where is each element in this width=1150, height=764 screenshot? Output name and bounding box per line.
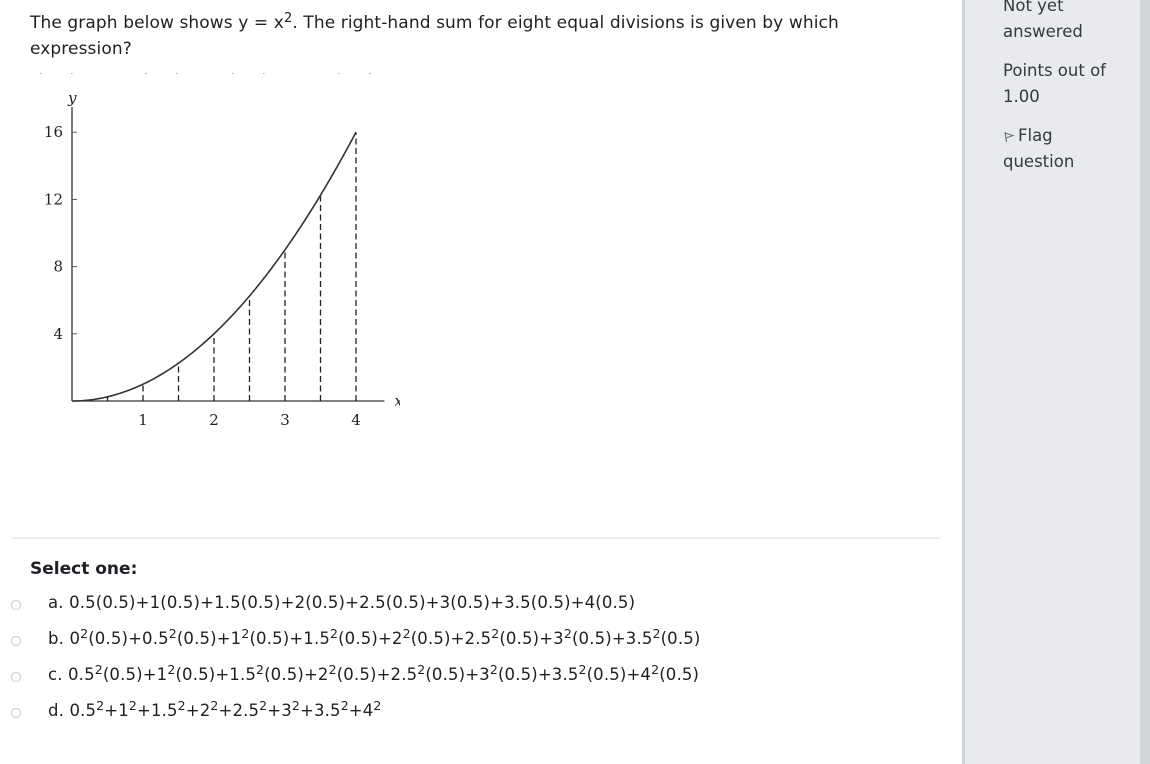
expression-term: (0.5)+2 xyxy=(264,665,329,684)
answer-option-a[interactable]: a. 0.5(0.5)+1(0.5)+1.5(0.5)+2(0.5)+2.5(0… xyxy=(0,589,940,625)
page-scrollbar[interactable] xyxy=(1140,0,1150,764)
parabola-chart: 481216 1234 x y xyxy=(40,73,403,429)
exponent: 2 xyxy=(177,698,186,713)
expression-term: 0 xyxy=(69,629,81,648)
exponent: 2 xyxy=(652,626,661,641)
expression-term: 0.5(0.5)+1(0.5)+1.5(0.5)+2(0.5)+2.5(0.5)… xyxy=(69,593,636,612)
artifact-dot xyxy=(176,73,178,74)
question-text-part: The graph below shows y = x xyxy=(30,13,284,33)
expression-term: +1.5 xyxy=(136,701,178,720)
y-tick-label: 16 xyxy=(44,123,63,141)
answer-expression: 0.5(0.5)+1(0.5)+1.5(0.5)+2(0.5)+2.5(0.5)… xyxy=(69,593,635,612)
answer-letter: a. xyxy=(48,593,64,612)
answer-label-d[interactable]: d. 0.52+12+1.52+22+2.52+32+3.52+42 xyxy=(48,698,382,720)
answer-letter: d. xyxy=(48,701,65,720)
artifact-dot xyxy=(145,73,147,74)
expression-term: (0.5) xyxy=(659,665,700,684)
x-tick-label: 2 xyxy=(209,411,219,429)
graph-image: 481216 1234 x y xyxy=(20,65,403,439)
artifact-dot xyxy=(232,73,234,74)
expression-term: (0.5) xyxy=(660,629,701,648)
expression-term: 0.5 xyxy=(68,665,95,684)
question-grade: Points out of 1.00 xyxy=(1003,61,1106,106)
y-axis-label: y xyxy=(67,89,77,107)
exponent: 2 xyxy=(329,626,339,641)
expression-term: +2 xyxy=(185,701,211,720)
x-axis-label: x xyxy=(394,392,400,410)
exponent: 2 xyxy=(563,626,572,641)
answer-label-b[interactable]: b. 02(0.5)+0.52(0.5)+12(0.5)+1.52(0.5)+2… xyxy=(48,626,701,648)
answer-letter: b. xyxy=(48,629,65,648)
answer-options: a. 0.5(0.5)+1(0.5)+1.5(0.5)+2(0.5)+2.5(0… xyxy=(0,589,940,733)
y-tick-label: 4 xyxy=(53,325,63,343)
answer-expression: 0.52(0.5)+12(0.5)+1.52(0.5)+22(0.5)+2.52… xyxy=(68,662,700,684)
answer-option-c[interactable]: c. 0.52(0.5)+12(0.5)+1.52(0.5)+22(0.5)+2… xyxy=(0,661,940,697)
expression-term: (0.5)+3 xyxy=(425,665,490,684)
exponent: 2 xyxy=(168,626,177,641)
artifact-dot xyxy=(338,73,340,74)
answer-option-b[interactable]: b. 02(0.5)+0.52(0.5)+12(0.5)+1.52(0.5)+2… xyxy=(0,625,940,661)
y-tick-label: 12 xyxy=(44,190,63,208)
y-tick-label: 8 xyxy=(53,258,63,276)
x-tick-label: 1 xyxy=(138,411,148,429)
exponent: 2 xyxy=(291,698,301,713)
expression-term: (0.5)+2.5 xyxy=(410,629,492,648)
x-tick-label: 4 xyxy=(351,411,361,429)
answer-letter: c. xyxy=(48,665,63,684)
question-state: Not yet answered xyxy=(1003,0,1083,41)
expression-term: +4 xyxy=(348,701,374,720)
flag-question-link[interactable]: Flag question xyxy=(1003,123,1123,175)
expression-term: (0.5)+1 xyxy=(176,629,242,648)
expression-term: (0.5)+1.5 xyxy=(249,629,330,648)
answer-option-d[interactable]: d. 0.52+12+1.52+22+2.52+32+3.52+42 xyxy=(0,697,940,733)
question-info-panel: Not yet answered Points out of 1.00 Flag… xyxy=(962,0,1140,764)
answer-expression: 0.52+12+1.52+22+2.52+32+3.52+42 xyxy=(69,698,382,720)
expression-term: +2.5 xyxy=(218,701,260,720)
flag-icon xyxy=(1004,131,1015,143)
expression-term: (0.5)+4 xyxy=(586,665,652,684)
answer-label-a[interactable]: a. 0.5(0.5)+1(0.5)+1.5(0.5)+2(0.5)+2.5(0… xyxy=(48,593,635,612)
expression-term: (0.5)+3 xyxy=(499,629,564,648)
section-divider xyxy=(12,537,940,539)
expression-term: (0.5)+1 xyxy=(102,665,168,684)
exponent: 2 xyxy=(578,662,587,677)
exponent: 2 xyxy=(210,698,219,713)
radio-button-c[interactable] xyxy=(11,672,21,682)
expression-term: (0.5)+0.5 xyxy=(88,629,169,648)
answer-expression: 02(0.5)+0.52(0.5)+12(0.5)+1.52(0.5)+22(0… xyxy=(69,626,701,648)
radio-button-d[interactable] xyxy=(11,708,21,718)
exponent: 2 xyxy=(489,662,498,677)
radio-button-b[interactable] xyxy=(11,636,21,646)
artifact-dot xyxy=(71,73,73,74)
exponent: 2 xyxy=(128,698,137,713)
exponent: 2 xyxy=(80,626,89,641)
question-text: The graph below shows y = x2. The right-… xyxy=(30,10,890,62)
expression-term: +3.5 xyxy=(300,701,341,720)
artifact-dot xyxy=(263,73,265,74)
question-content: The graph below shows y = x2. The right-… xyxy=(0,0,962,764)
radio-button-a[interactable] xyxy=(11,600,21,610)
expression-term: +1 xyxy=(104,701,129,720)
exponent: 2 xyxy=(255,662,265,677)
exponent: 2 xyxy=(340,698,349,713)
expression-term: (0.5)+2.5 xyxy=(336,665,418,684)
exponent: 2 xyxy=(651,662,660,677)
expression-term: (0.5)+2 xyxy=(338,629,403,648)
answer-label-c[interactable]: c. 0.52(0.5)+12(0.5)+1.52(0.5)+22(0.5)+2… xyxy=(48,662,700,684)
select-one-prompt: Select one: xyxy=(30,559,138,579)
exponent: 2 xyxy=(402,626,411,641)
image-artifact-dots xyxy=(40,73,371,74)
expression-term: (0.5)+1.5 xyxy=(175,665,256,684)
expression-term: (0.5)+3.5 xyxy=(497,665,579,684)
x-tick-label: 3 xyxy=(280,411,290,429)
expression-term: 0.5 xyxy=(69,701,97,720)
artifact-dot xyxy=(369,73,371,74)
expression-term: +3 xyxy=(267,701,292,720)
expression-term: (0.5)+3.5 xyxy=(571,629,653,648)
exponent: 2 xyxy=(328,662,337,677)
artifact-dot xyxy=(40,73,42,74)
exponent: 2 xyxy=(373,698,382,713)
exponent: 2 xyxy=(94,662,103,677)
